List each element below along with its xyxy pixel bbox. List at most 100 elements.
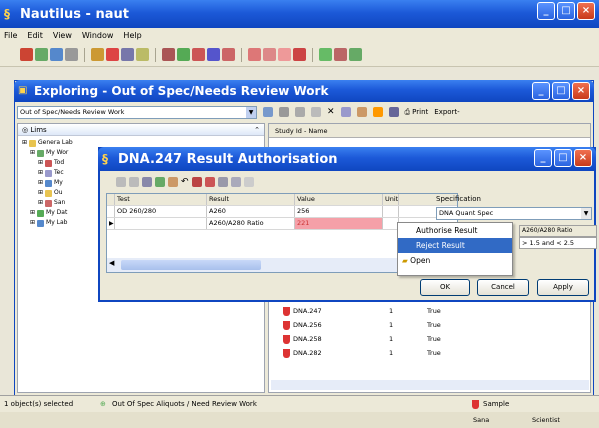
cut-icon[interactable] bbox=[279, 107, 289, 117]
copy-icon[interactable] bbox=[217, 177, 228, 187]
aliquot-icon[interactable] bbox=[207, 48, 220, 61]
grid-icon[interactable] bbox=[263, 107, 273, 117]
specification-select[interactable]: DNA Quant Spec ▼ bbox=[436, 207, 592, 220]
menu-item-open[interactable]: ▰ Open bbox=[398, 253, 512, 268]
folder-icon bbox=[45, 169, 53, 177]
delete-x-icon[interactable]: ✕ bbox=[327, 107, 335, 117]
dialog-titlebar[interactable]: § DNA.247 Result Authorisation _ □ × bbox=[98, 147, 596, 171]
flag-icon[interactable] bbox=[106, 48, 119, 61]
report-icon[interactable] bbox=[162, 48, 175, 61]
scroll-thumb[interactable] bbox=[121, 260, 261, 270]
cancel-button[interactable]: Cancel bbox=[477, 279, 529, 296]
col-unit[interactable]: Unit bbox=[383, 194, 399, 205]
paste-icon[interactable] bbox=[311, 107, 321, 117]
query-icon[interactable] bbox=[121, 48, 134, 61]
list-item[interactable]: DNA.256 1 True bbox=[279, 318, 479, 332]
expand-icon[interactable]: ⊞ bbox=[22, 138, 27, 148]
details-view-icon[interactable] bbox=[372, 107, 383, 117]
collapse-icon[interactable]: ⌃ bbox=[254, 124, 260, 136]
close-button[interactable]: × bbox=[577, 2, 595, 20]
explorer-maximize-button[interactable]: □ bbox=[552, 82, 570, 100]
scroll-left-icon[interactable]: ◀ bbox=[109, 259, 114, 267]
expand-icon[interactable]: ⊞ bbox=[30, 148, 35, 158]
print-button[interactable]: ⎙ Print bbox=[405, 108, 429, 117]
horizontal-scrollbar[interactable] bbox=[271, 380, 589, 390]
expand-icon[interactable]: ⊞ bbox=[38, 158, 43, 168]
check-icon[interactable] bbox=[155, 177, 165, 187]
tree-header[interactable]: ◎ Lims ⌃ bbox=[18, 124, 264, 136]
menu-view[interactable]: View bbox=[53, 28, 72, 43]
undo-icon[interactable]: ↶ bbox=[181, 177, 189, 187]
prev-icon[interactable] bbox=[129, 177, 139, 187]
table-row[interactable]: OD 260/280 A260 256 bbox=[107, 206, 457, 218]
tree-node-label: My bbox=[54, 179, 63, 186]
entry-icon[interactable] bbox=[263, 48, 276, 61]
reject-icon[interactable] bbox=[191, 177, 202, 187]
apply-button[interactable]: Apply bbox=[537, 279, 589, 296]
result-icon[interactable] bbox=[248, 48, 261, 61]
test-icon[interactable] bbox=[222, 48, 235, 61]
expand-icon[interactable]: ⊞ bbox=[38, 198, 43, 208]
bell-icon[interactable] bbox=[136, 48, 149, 61]
open-folder-icon[interactable] bbox=[168, 177, 178, 187]
context-menu: Authorise Result Reject Result ▰ Open bbox=[397, 222, 513, 276]
dialog-close-button[interactable]: × bbox=[574, 149, 592, 167]
go-icon[interactable] bbox=[349, 48, 362, 61]
maximize-button[interactable]: □ bbox=[557, 2, 575, 20]
delete-icon[interactable] bbox=[20, 48, 33, 61]
grid-header: Test Result Value Unit bbox=[107, 194, 457, 206]
explorer-minimize-button[interactable]: _ bbox=[532, 82, 550, 100]
chevron-down-icon[interactable]: ▼ bbox=[246, 106, 256, 118]
tools-icon[interactable] bbox=[91, 48, 104, 61]
app-titlebar[interactable]: § Nautilus - naut _ □ × bbox=[0, 0, 599, 28]
save-icon[interactable] bbox=[50, 48, 63, 61]
list-header[interactable]: Study Id - Name bbox=[269, 124, 590, 138]
refresh-icon[interactable] bbox=[319, 48, 332, 61]
expand-icon[interactable]: ⊞ bbox=[30, 208, 35, 218]
col-test[interactable]: Test bbox=[115, 194, 207, 205]
graph-icon[interactable] bbox=[177, 48, 190, 61]
row-selector: ▶ bbox=[109, 218, 115, 229]
copy-icon[interactable] bbox=[295, 107, 305, 117]
expand-icon[interactable]: ⊞ bbox=[38, 178, 43, 188]
open-icon[interactable] bbox=[356, 107, 367, 117]
explorer-icon: ▣ bbox=[18, 85, 28, 96]
menu-window[interactable]: Window bbox=[82, 28, 114, 43]
explorer-close-button[interactable]: × bbox=[572, 82, 590, 100]
paste-icon[interactable] bbox=[230, 177, 241, 187]
review-icon[interactable] bbox=[278, 48, 291, 61]
chevron-down-icon[interactable]: ▼ bbox=[581, 208, 591, 219]
ok-button[interactable]: OK bbox=[420, 279, 470, 296]
menu-help[interactable]: Help bbox=[123, 28, 141, 43]
col-value[interactable]: Value bbox=[295, 194, 383, 205]
list-view-icon[interactable] bbox=[388, 107, 399, 117]
list-item[interactable]: DNA.258 1 True bbox=[279, 332, 479, 346]
export-button[interactable]: Export- bbox=[434, 108, 459, 116]
properties-icon[interactable] bbox=[142, 177, 152, 187]
col-result[interactable]: Result bbox=[207, 194, 295, 205]
explorer-titlebar[interactable]: ▣ Exploring - Out of Spec/Needs Review W… bbox=[14, 80, 594, 102]
menu-file[interactable]: File bbox=[4, 28, 17, 43]
list-item[interactable]: DNA.282 1 True bbox=[279, 346, 479, 360]
list-item[interactable]: DNA.247 1 True bbox=[279, 304, 479, 318]
new-icon[interactable] bbox=[35, 48, 48, 61]
expand-icon[interactable]: ⊞ bbox=[38, 168, 43, 178]
dialog-minimize-button[interactable]: _ bbox=[534, 149, 552, 167]
first-icon[interactable] bbox=[116, 177, 126, 187]
menu-edit[interactable]: Edit bbox=[27, 28, 43, 43]
reject-all-icon[interactable] bbox=[204, 177, 215, 187]
expand-icon[interactable]: ⊞ bbox=[30, 218, 35, 228]
authorise-icon[interactable] bbox=[293, 48, 306, 61]
sample-icon[interactable] bbox=[192, 48, 205, 61]
stop-icon[interactable] bbox=[334, 48, 347, 61]
expand-icon[interactable]: ⊞ bbox=[38, 188, 43, 198]
menu-item-authorise[interactable]: Authorise Result bbox=[398, 223, 512, 238]
minimize-button[interactable]: _ bbox=[537, 2, 555, 20]
dialog-maximize-button[interactable]: □ bbox=[554, 149, 572, 167]
menu-item-reject[interactable]: Reject Result bbox=[398, 238, 512, 253]
properties-icon[interactable] bbox=[340, 107, 351, 117]
out-of-spec-value[interactable]: 221 bbox=[295, 218, 383, 229]
next-icon[interactable] bbox=[243, 177, 254, 187]
print-icon[interactable] bbox=[65, 48, 78, 61]
view-selector[interactable]: Out of Spec/Needs Review Work ▼ bbox=[17, 105, 257, 119]
